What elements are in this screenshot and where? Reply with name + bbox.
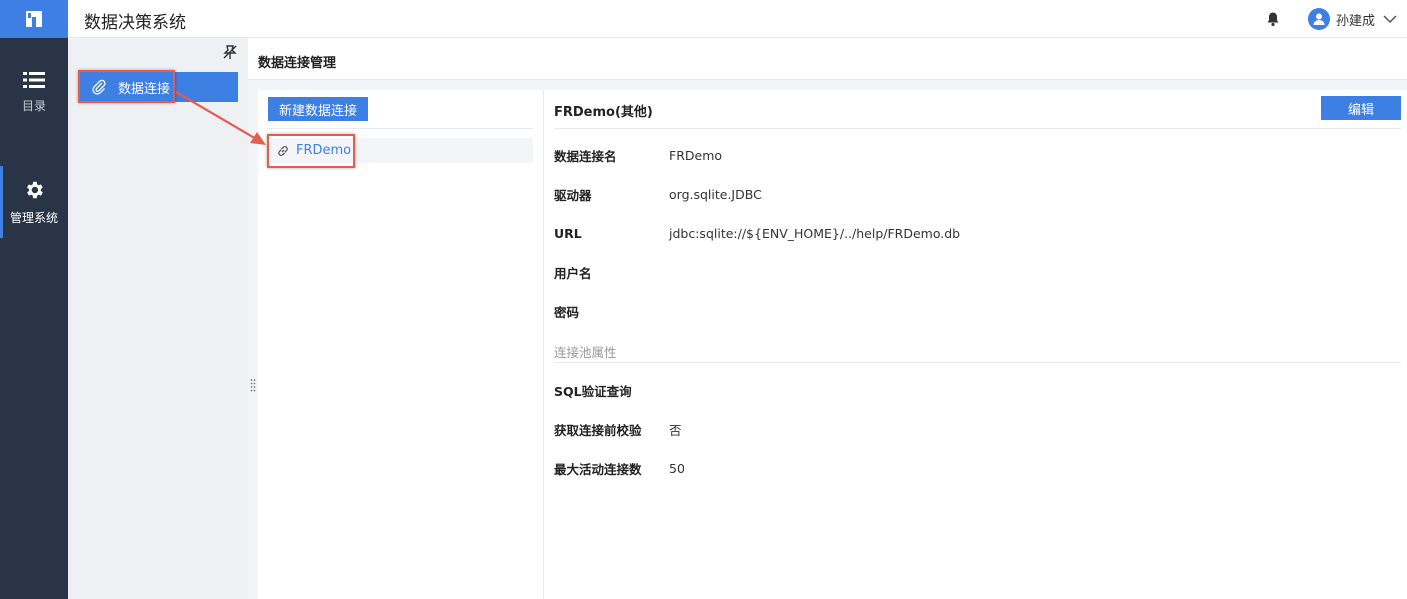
field-key: 获取连接前校验 [554,422,642,438]
user-menu[interactable]: 孙建成 [1308,6,1397,32]
left-rail: 目录 管理系统 [0,0,68,599]
field-value: 50 [669,460,685,476]
field-key: 数据连接名 [554,148,617,164]
field-url: URL jdbc:sqlite://${ENV_HOME}/../help/FR… [554,223,960,243]
logo-icon [26,11,42,27]
rail-item-management[interactable]: 管理系统 [0,166,68,238]
field-key: 最大活动连接数 [554,461,642,477]
secondary-sidebar: 数据连接 [68,38,248,599]
field-key: 密码 [554,304,580,320]
user-name: 孙建成 [1336,13,1376,29]
field-value: jdbc:sqlite://${ENV_HOME}/../help/FRDemo… [669,225,961,241]
bell-icon[interactable] [1265,11,1281,27]
rail-item-catalog[interactable]: 目录 [0,56,68,128]
detail-title: FRDemo(其他) [554,105,653,120]
divider [554,128,1401,129]
chevron-down-icon [1383,15,1397,24]
field-password: 密码 [554,301,669,321]
field-key: URL [554,225,582,241]
app-title: 数据决策系统 [84,13,186,33]
connection-item-label: FRDemo [296,143,352,158]
page-title-bar: 数据连接管理 [248,38,1407,80]
rail-item-label: 管理系统 [9,210,58,225]
field-driver: 驱动器 org.sqlite.JDBC [554,184,762,204]
field-key: SQL验证查询 [554,383,632,399]
subnav-item-label: 数据连接 [118,81,171,97]
edit-button[interactable]: 编辑 [1321,96,1401,120]
paperclip-icon [92,79,106,95]
field-value: 否 [669,422,682,438]
connection-item-frdemo[interactable]: FRDemo [268,138,533,163]
field-value: FRDemo [669,147,723,163]
field-max-active: 最大活动连接数 50 [554,458,685,478]
page-title: 数据连接管理 [258,56,337,71]
top-header: 数据决策系统 孙建成 [68,0,1407,38]
new-connection-button[interactable]: 新建数据连接 [268,97,368,121]
field-test-on-borrow: 获取连接前校验 否 [554,419,682,439]
divider [268,128,533,129]
field-value: org.sqlite.JDBC [669,186,762,202]
field-key: 驱动器 [554,187,592,203]
gear-icon [27,181,43,198]
subnav-item-data-connection[interactable]: 数据连接 [78,72,238,102]
field-key: 用户名 [554,265,592,281]
avatar [1308,8,1330,30]
list-icon [23,71,45,88]
rail-item-label: 目录 [21,98,46,113]
connection-list-panel: 新建数据连接 FRDemo [258,90,544,599]
divider [554,362,1401,363]
field-connection-name: 数据连接名 FRDemo [554,145,722,165]
field-sql-validation: SQL验证查询 [554,380,669,400]
link-icon [278,145,288,156]
connection-detail-panel: FRDemo(其他) 编辑 数据连接名 FRDemo 驱动器 org.sqlit… [544,90,1407,599]
app-logo[interactable] [0,0,68,38]
field-username: 用户名 [554,262,669,282]
pool-section-label: 连接池属性 [554,345,617,360]
resize-handle[interactable] [250,378,256,392]
pin-icon[interactable] [222,44,238,60]
user-icon [1313,13,1325,25]
